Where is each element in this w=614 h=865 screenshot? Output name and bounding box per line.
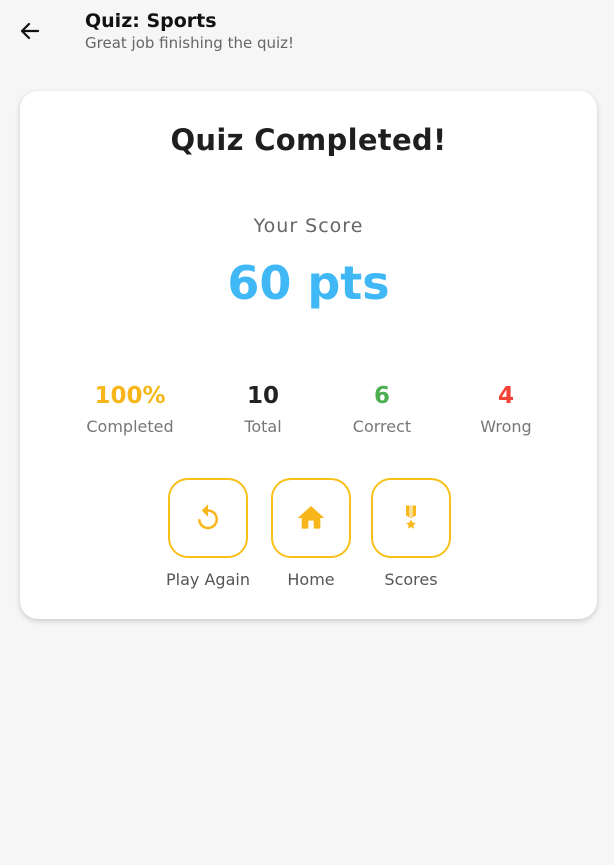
play-again-button[interactable] xyxy=(168,478,248,558)
back-button[interactable] xyxy=(12,13,48,49)
play-again-label: Play Again xyxy=(166,570,250,589)
home-action: Home xyxy=(256,478,366,589)
home-label: Home xyxy=(287,570,335,589)
stat-correct: 6 Correct xyxy=(322,381,442,436)
header-titles: Quiz: Sports Great job finishing the qui… xyxy=(85,8,294,52)
stat-total: 10 Total xyxy=(203,381,323,436)
score-value: 60 pts xyxy=(227,256,390,310)
arrow-left-icon xyxy=(20,22,40,40)
stat-completed: 100% Completed xyxy=(70,381,190,436)
app-bar: Quiz: Sports Great job finishing the qui… xyxy=(0,0,614,70)
stat-completed-value: 100% xyxy=(94,383,166,409)
scores-button[interactable] xyxy=(371,478,451,558)
stat-correct-label: Correct xyxy=(352,417,412,436)
stat-wrong-value: 4 xyxy=(497,383,514,409)
stat-total-label: Total xyxy=(244,417,282,436)
stat-wrong-label: Wrong xyxy=(480,417,532,436)
stat-total-value: 10 xyxy=(246,383,279,409)
stat-wrong: 4 Wrong xyxy=(446,381,566,436)
play-again-action: Play Again xyxy=(153,478,263,589)
scores-action: Scores xyxy=(356,478,466,589)
score-label: Your Score xyxy=(253,215,364,237)
page-subtitle: Great job finishing the quiz! xyxy=(85,34,295,52)
medal-icon xyxy=(406,505,416,529)
stat-completed-label: Completed xyxy=(86,417,174,436)
scores-label: Scores xyxy=(384,570,438,589)
result-card: Quiz Completed! Your Score 60 pts 100% C… xyxy=(20,91,597,619)
home-icon xyxy=(297,506,325,529)
stat-correct-value: 6 xyxy=(373,383,390,409)
card-heading: Quiz Completed! xyxy=(170,123,447,157)
page-title: Quiz: Sports xyxy=(85,10,217,32)
home-button[interactable] xyxy=(271,478,351,558)
replay-icon xyxy=(198,504,218,530)
